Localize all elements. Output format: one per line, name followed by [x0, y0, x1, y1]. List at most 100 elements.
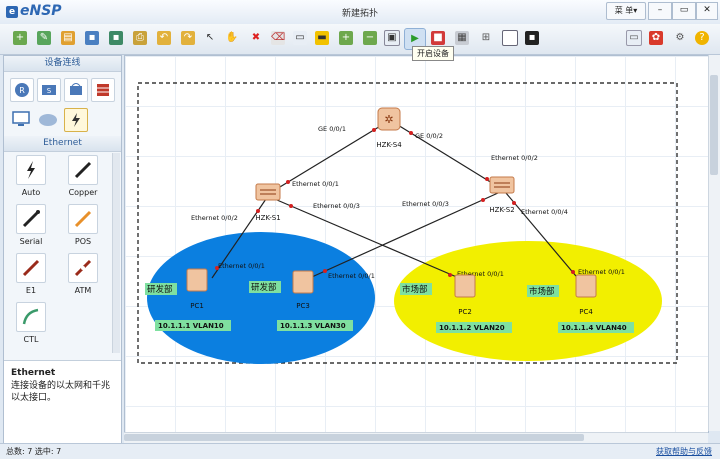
pc-category-button[interactable] — [10, 108, 32, 130]
open-button[interactable]: ▤ — [58, 28, 78, 48]
text-button[interactable]: ▭ — [290, 28, 310, 48]
device-label: HZK-S4 — [376, 141, 402, 149]
topology-canvas[interactable]: GE 0/0/1 GE 0/0/2 Ethernet 0/0/1 Etherne… — [124, 55, 709, 433]
atm-cable-icon — [68, 253, 98, 283]
cable-serial[interactable]: Serial — [10, 204, 52, 246]
device-label: PC4 — [579, 308, 593, 316]
help-feedback-link[interactable]: 获取帮助与反馈 — [656, 444, 712, 459]
collect-data-button[interactable]: ▦ — [452, 28, 472, 48]
delete-link-button[interactable]: ⌫ — [268, 28, 288, 48]
port-label: Ethernet 0/0/4 — [521, 208, 568, 216]
print-button[interactable]: ⎙ — [130, 28, 150, 48]
palette-button[interactable]: ▬ — [312, 28, 332, 48]
save-as-icon: ▪ — [109, 31, 123, 45]
cable-section-title: Ethernet — [4, 136, 121, 152]
stop-device-button[interactable]: ■ — [428, 28, 448, 48]
fit-button[interactable]: ▣ — [382, 28, 402, 48]
cable-e1[interactable]: E1 — [10, 253, 52, 295]
device-label: PC1 — [190, 302, 204, 310]
address-label: 10.1.1.4 VLAN40 — [561, 324, 627, 332]
description-title: Ethernet — [11, 368, 56, 378]
new-exam-button[interactable]: ✎ — [34, 28, 54, 48]
undo-button[interactable]: ↶ — [154, 28, 174, 48]
close-button[interactable]: ✕ — [696, 2, 718, 20]
svg-text:✲: ✲ — [384, 113, 393, 126]
settings-icon: ⚙ — [675, 32, 685, 43]
pc-icon — [454, 274, 476, 298]
settings-button[interactable]: ⚙ — [670, 28, 690, 48]
zoom-in-icon: + — [339, 31, 353, 45]
switch-category-button[interactable]: S — [37, 78, 61, 102]
pc-icon — [575, 274, 597, 298]
cloud-category-button[interactable] — [37, 108, 59, 130]
zoom-out-button[interactable]: − — [360, 28, 380, 48]
show-interfaces-icon: ⊞ — [481, 32, 491, 43]
select-button[interactable]: ↖ — [200, 28, 220, 48]
device-hzk-s4[interactable]: ✲ HZK-S4 — [376, 107, 402, 149]
menu-button[interactable]: 菜 单▾ — [606, 2, 646, 20]
status-count: 总数: 7 选中: 7 — [6, 447, 62, 456]
address-label: 10.1.1.2 VLAN20 — [439, 324, 505, 332]
area-label: 市场部 — [529, 286, 555, 297]
title-bar: e eNSP 新建拓扑 菜 单▾ – ▭ ✕ — [0, 0, 720, 25]
chat-icon: ▭ — [626, 30, 642, 46]
port-label: Ethernet 0/0/3 — [402, 200, 449, 208]
device-hzk-s1[interactable]: HZK-S1 — [255, 183, 281, 222]
description-box: Ethernet 连接设备的以太网和千兆以太接口。 — [4, 360, 121, 444]
area-label: 研发部 — [147, 284, 173, 295]
cable-scrollbar[interactable] — [112, 153, 120, 353]
cable-copper[interactable]: Copper — [62, 155, 104, 197]
save-button[interactable]: ▪ — [82, 28, 102, 48]
address-label: 10.1.1.1 VLAN10 — [158, 322, 224, 330]
minimize-button[interactable]: – — [648, 2, 672, 20]
show-interfaces-button[interactable]: ⊞ — [476, 28, 496, 48]
grid-button[interactable] — [500, 28, 520, 48]
restore-button[interactable]: ▭ — [672, 2, 696, 20]
select-icon: ↖ — [205, 32, 215, 43]
help-button[interactable]: ? — [692, 28, 712, 48]
redo-button[interactable]: ↷ — [178, 28, 198, 48]
canvas-horizontal-scrollbar[interactable] — [124, 432, 708, 443]
canvas-vertical-scrollbar[interactable] — [708, 55, 720, 431]
status-bar: 总数: 7 选中: 7 获取帮助与反馈 — [0, 443, 720, 459]
delete-link-icon: ⌫ — [270, 31, 286, 45]
port-label: Ethernet 0/0/2 — [491, 154, 538, 162]
e1-cable-icon — [16, 253, 46, 283]
start-device-icon: ▶ — [411, 33, 419, 44]
cable-pos[interactable]: POS — [62, 204, 104, 246]
save-as-button[interactable]: ▪ — [106, 28, 126, 48]
huawei-button[interactable]: ✿ — [646, 28, 666, 48]
pos-cable-icon — [68, 204, 98, 234]
delete-button[interactable]: ✖ — [246, 28, 266, 48]
cable-label: Serial — [19, 237, 43, 246]
port-label: Ethernet 0/0/2 — [191, 214, 238, 222]
cable-atm[interactable]: ATM — [62, 253, 104, 295]
area-label: 市场部 — [402, 284, 428, 295]
copper-cable-icon — [68, 155, 98, 185]
svg-text:R: R — [19, 86, 25, 95]
port-label: Ethernet 0/0/1 — [328, 272, 375, 280]
horizontal-scroll-thumb[interactable] — [124, 434, 584, 441]
collect-data-icon: ▦ — [455, 31, 469, 45]
cloud-icon — [39, 114, 57, 126]
hand-button[interactable]: ✋ — [222, 28, 242, 48]
cable-label: Copper — [68, 188, 98, 197]
stop-device-icon: ■ — [431, 31, 445, 45]
zoom-in-button[interactable]: + — [336, 28, 356, 48]
palette-icon: ▬ — [315, 31, 329, 45]
port-label: Ethernet 0/0/1 — [292, 180, 339, 188]
cable-auto[interactable]: Auto — [10, 155, 52, 197]
port-label: GE 0/0/1 — [318, 125, 346, 133]
router-category-button[interactable]: R — [10, 78, 34, 102]
topology-button[interactable]: ▪ — [522, 28, 542, 48]
firewall-category-button[interactable] — [91, 78, 115, 102]
connection-category-button[interactable] — [64, 108, 88, 132]
start-device-tooltip: 开启设备 — [412, 46, 454, 61]
wireless-category-button[interactable] — [64, 78, 88, 102]
chat-button[interactable]: ▭ — [624, 28, 644, 48]
area-rd — [147, 232, 375, 364]
new-topology-button[interactable]: + — [10, 28, 30, 48]
cable-ctl[interactable]: CTL — [10, 302, 52, 344]
device-label: HZK-S2 — [489, 206, 514, 214]
vertical-scroll-thumb[interactable] — [710, 75, 718, 175]
